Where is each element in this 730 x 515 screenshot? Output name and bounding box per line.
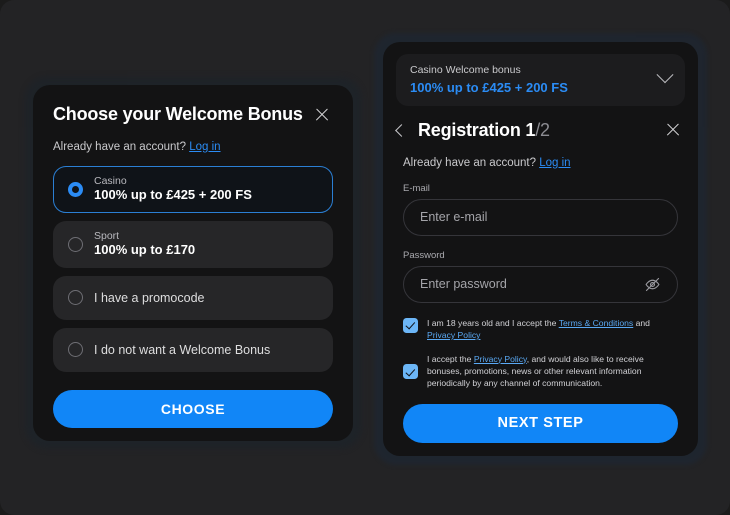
bonus-option-sport-text: Sport 100% up to £170: [94, 230, 195, 258]
chevron-down-icon[interactable]: [656, 66, 674, 84]
radio-icon-no-bonus[interactable]: [68, 342, 83, 358]
consent-list: I am 18 years old and I accept the Terms…: [403, 317, 678, 390]
bonus-options-list: Casino 100% up to £425 + 200 FS Sport 10…: [33, 153, 353, 372]
email-field[interactable]: [420, 210, 661, 225]
choose-button[interactable]: CHOOSE: [53, 389, 333, 428]
radio-icon-casino[interactable]: [68, 181, 83, 197]
page-title: Choose your Welcome Bonus: [53, 104, 303, 124]
bonus-option-sport[interactable]: Sport 100% up to £170: [53, 220, 333, 268]
consent-marketing-part1: I accept the: [427, 353, 474, 364]
left-account-prompt: Already have an account? Log in: [33, 125, 353, 153]
selected-bonus-value: 100% up to £425 + 200 FS: [410, 79, 568, 95]
consent-marketing-text: I accept the Privacy Policy, and would a…: [427, 353, 678, 390]
bonus-option-casino[interactable]: Casino 100% up to £425 + 200 FS: [53, 165, 333, 213]
registration-header: Registration 1/2: [383, 106, 698, 141]
welcome-bonus-header: Choose your Welcome Bonus: [33, 85, 353, 125]
password-field[interactable]: [420, 277, 644, 292]
bonus-option-casino-value: 100% up to £425 + 200 FS: [94, 187, 252, 203]
choose-button-wrap: CHOOSE: [33, 372, 353, 428]
privacy-policy-link[interactable]: Privacy Policy: [427, 330, 480, 340]
consent-age-terms-text: I am 18 years old and I accept the Terms…: [427, 317, 678, 342]
bonus-option-sport-value: 100% up to £170: [94, 242, 196, 258]
consent-row-age-terms: I am 18 years old and I accept the Terms…: [403, 317, 678, 342]
next-step-button-wrap: NEXT STEP: [383, 401, 698, 443]
registration-dialog: Casino Welcome bonus 100% up to £425 + 2…: [383, 42, 698, 456]
checkbox-age-terms[interactable]: [403, 317, 418, 333]
selected-bonus-title: Casino Welcome bonus: [410, 64, 521, 76]
consent-age-part1: I am 18 years old and I accept the: [427, 317, 559, 328]
next-step-button[interactable]: NEXT STEP: [403, 403, 678, 443]
registration-body: Already have an account? Log in E-mail P…: [383, 157, 698, 390]
radio-icon-promocode[interactable]: [68, 290, 83, 306]
right-account-prompt: Already have an account? Log in: [403, 157, 678, 169]
consent-age-part2: and: [633, 317, 650, 328]
right-login-link[interactable]: Log in: [539, 157, 570, 169]
email-field-wrap[interactable]: [403, 198, 678, 236]
eye-off-icon[interactable]: [644, 276, 661, 293]
email-label: E-mail: [403, 182, 430, 194]
bonus-option-sport-label: Sport: [94, 230, 120, 243]
checkbox-marketing[interactable]: [403, 364, 418, 380]
right-account-prompt-text: Already have an account?: [403, 156, 536, 169]
selected-bonus-banner-text: Casino Welcome bonus 100% up to £425 + 2…: [410, 64, 568, 95]
bonus-option-casino-text: Casino 100% up to £425 + 200 FS: [94, 175, 252, 203]
registration-title: Registration 1/2: [418, 120, 664, 141]
bonus-option-promocode[interactable]: I have a promocode: [53, 275, 333, 320]
registration-step-current: Registration 1: [418, 119, 536, 140]
left-login-link[interactable]: Log in: [189, 141, 220, 153]
privacy-policy-link-marketing[interactable]: Privacy Policy: [474, 354, 527, 364]
radio-icon-sport[interactable]: [68, 236, 83, 252]
terms-conditions-link[interactable]: Terms & Conditions: [559, 318, 634, 328]
welcome-bonus-dialog: Choose your Welcome Bonus Already have a…: [33, 85, 353, 441]
app-root: Choose your Welcome Bonus Already have a…: [0, 0, 730, 515]
bonus-option-no-bonus[interactable]: I do not want a Welcome Bonus: [53, 327, 333, 372]
bonus-option-promocode-label: I have a promocode: [94, 290, 205, 305]
left-account-prompt-text: Already have an account?: [53, 140, 186, 153]
password-field-wrap[interactable]: [403, 265, 678, 303]
close-icon[interactable]: [313, 106, 331, 124]
consent-row-marketing: I accept the Privacy Policy, and would a…: [403, 353, 678, 390]
bonus-option-casino-label: Casino: [94, 175, 127, 188]
close-icon[interactable]: [664, 121, 682, 139]
password-label: Password: [403, 249, 445, 261]
registration-step-total: /2: [535, 119, 550, 140]
chevron-left-icon[interactable]: [395, 123, 408, 137]
bonus-option-no-bonus-label: I do not want a Welcome Bonus: [94, 342, 271, 357]
selected-bonus-banner[interactable]: Casino Welcome bonus 100% up to £425 + 2…: [396, 54, 685, 106]
